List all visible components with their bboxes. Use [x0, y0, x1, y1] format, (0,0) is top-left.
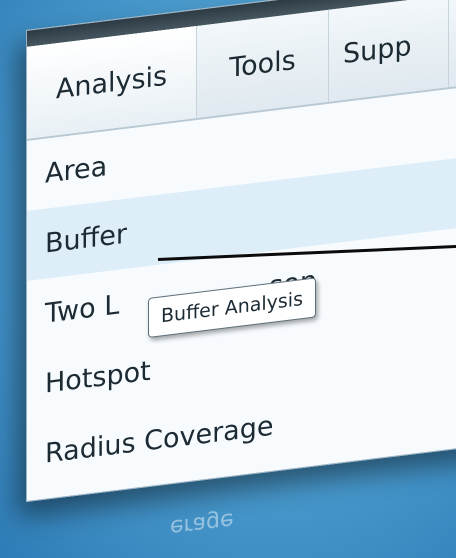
menu-panel: Analysis Tools Supp Area Buffer Two L so… — [26, 0, 456, 503]
menu-item-label: Radius Coverage — [45, 410, 274, 470]
panel-reflection-text: erage — [170, 507, 234, 540]
menu-item-label: Two L — [45, 289, 120, 330]
analysis-dropdown-menu: Area Buffer Two L son Hotspot Radius Cov… — [27, 79, 456, 490]
tab-tools[interactable]: Tools — [197, 9, 329, 119]
menu-item-label: Hotspot — [45, 355, 151, 400]
screenshot-stage: Analysis Tools Supp Area Buffer Two L so… — [0, 0, 456, 558]
menu-item-label: Area — [45, 150, 108, 190]
tab-analysis[interactable]: Analysis — [27, 26, 197, 139]
menu-item-label: Buffer — [45, 218, 127, 260]
tab-support[interactable]: Supp — [329, 0, 449, 102]
